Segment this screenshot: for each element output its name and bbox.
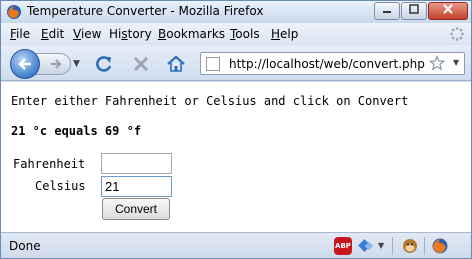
title-bar: Temperature Converter - Mozilla Firefox: [1, 1, 471, 23]
menu-edit-accelerator: E: [41, 27, 49, 41]
url-bar[interactable]: http://localhost/web/convert.php ▼: [200, 52, 465, 75]
home-icon[interactable]: [166, 54, 186, 74]
maximize-icon: [409, 4, 419, 14]
stop-icon[interactable]: [131, 54, 151, 74]
minimize-button[interactable]: [374, 2, 400, 20]
back-arrow-icon: [18, 58, 31, 70]
menu-tools-label: ools: [235, 27, 260, 41]
url-dropdown-icon[interactable]: ▼: [453, 58, 459, 67]
menu-edit-label: dit: [48, 27, 65, 41]
fahrenheit-label: Fahrenheit: [13, 157, 86, 171]
url-text: http://localhost/web/convert.php: [229, 57, 425, 71]
back-button[interactable]: [10, 49, 40, 79]
maximize-button[interactable]: [401, 2, 427, 20]
browser-window: Temperature Converter - Mozilla Firefox …: [0, 0, 472, 259]
menu-history-prefix: Hi: [109, 27, 122, 41]
menu-bar: File Edit View History Bookmarks Tools H…: [1, 23, 471, 45]
page-favicon-icon: [206, 57, 220, 71]
close-icon: [443, 4, 453, 14]
menu-help[interactable]: Help: [271, 27, 298, 41]
monkey-extension-icon[interactable]: [401, 237, 419, 255]
status-text: Done: [9, 239, 41, 253]
close-button[interactable]: [428, 2, 468, 20]
history-dropdown-icon[interactable]: ▼: [73, 59, 80, 69]
throbber-icon: [450, 27, 464, 41]
menu-view-accelerator: V: [73, 27, 81, 41]
menu-tools[interactable]: Tools: [230, 27, 260, 41]
forward-button[interactable]: [35, 53, 71, 75]
menu-view-label: iew: [80, 27, 102, 41]
convert-button[interactable]: Convert: [102, 198, 170, 220]
adblock-icon[interactable]: ABP: [334, 237, 352, 255]
extension-dropdown-icon[interactable]: ▼: [378, 241, 384, 250]
menu-help-accelerator: H: [271, 27, 281, 41]
navigation-toolbar: ▼ http://localhost/web/convert.php ▼: [1, 45, 471, 81]
status-separator: [424, 237, 425, 255]
menu-help-label: elp: [280, 27, 299, 41]
forward-arrow-icon: [51, 59, 62, 69]
status-bar: Done ABP ▼: [1, 232, 471, 258]
status-separator: [392, 237, 393, 255]
page-content: Enter either Fahrenheit or Celsius and c…: [1, 82, 471, 232]
firefox-icon: [7, 5, 21, 19]
minimize-icon: [383, 11, 391, 13]
menu-bookmarks[interactable]: Bookmarks: [158, 27, 225, 41]
menu-bookmarks-accelerator: B: [158, 27, 167, 41]
menu-bookmarks-label: ookmarks: [166, 27, 226, 41]
firefox-status-icon[interactable]: [431, 237, 449, 255]
fahrenheit-input[interactable]: [101, 153, 172, 174]
instructions-text: Enter either Fahrenheit or Celsius and c…: [11, 94, 409, 108]
celsius-input[interactable]: [101, 176, 172, 197]
menu-history-label: tory: [127, 27, 152, 41]
menu-file[interactable]: File: [10, 27, 30, 41]
menu-history[interactable]: History: [109, 27, 152, 41]
menu-view[interactable]: View: [73, 27, 101, 41]
reload-icon[interactable]: [94, 54, 114, 74]
tabs-extension-icon[interactable]: [358, 237, 376, 255]
menu-file-label: ile: [16, 27, 31, 41]
bookmark-star-icon[interactable]: [429, 55, 445, 71]
celsius-label: Celsius: [35, 179, 86, 193]
menu-edit[interactable]: Edit: [41, 27, 64, 41]
conversion-result: 21 °c equals 69 °f: [11, 124, 142, 138]
window-title: Temperature Converter - Mozilla Firefox: [27, 4, 264, 18]
